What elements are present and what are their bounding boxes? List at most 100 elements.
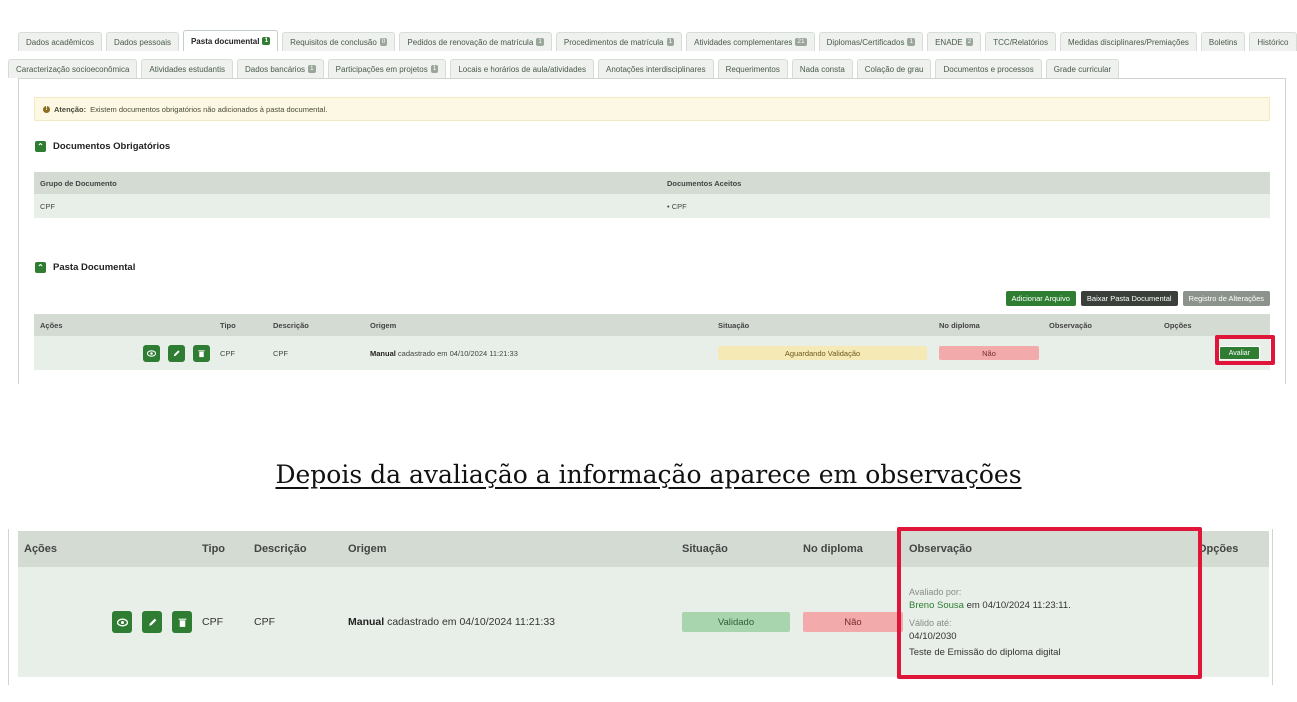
- obs-valid-label: Válido até:: [909, 617, 952, 628]
- tab-participacoes-em-projetos[interactable]: Participações em projetos 1: [327, 59, 447, 78]
- tab-count-badge: 2: [965, 38, 974, 46]
- tabs-row-2: Caracterização socioeconômica Atividades …: [8, 58, 1120, 78]
- col-acoes: Ações: [40, 320, 63, 330]
- tab-dados-bancarios[interactable]: Dados bancários 1: [237, 59, 324, 78]
- tab-count-badge: 1: [308, 65, 316, 73]
- obs-note: Teste de Emissão do diploma digital: [909, 646, 1061, 658]
- tab-colacao-de-grau[interactable]: Colação de grau: [856, 59, 932, 78]
- section-obrigatorios[interactable]: ⌃ Documentos Obrigatórios: [35, 141, 170, 152]
- col-origem: Origem: [348, 543, 387, 555]
- tab-dados-academicos[interactable]: Dados acadêmicos: [18, 32, 103, 51]
- tab-label: Anotações interdisciplinares: [605, 64, 706, 74]
- col-aceitos: Documentos Aceitos: [667, 178, 742, 188]
- col-no-diploma: No diploma: [803, 543, 863, 555]
- tab-label: Boletins: [1208, 37, 1238, 47]
- tab-tcc-relatorios[interactable]: TCC/Relatórios: [985, 32, 1056, 51]
- trash-icon[interactable]: [172, 611, 192, 633]
- pencil-icon[interactable]: [142, 611, 162, 633]
- tab-dados-pessoais[interactable]: Dados pessoais: [106, 32, 179, 51]
- col-observacao: Observação: [909, 543, 972, 555]
- exclamation-icon: !: [43, 105, 50, 113]
- origem-type: Manual: [348, 616, 385, 628]
- trash-icon[interactable]: [193, 344, 210, 362]
- tab-count-badge: 1: [262, 37, 271, 45]
- col-opcoes: Opções: [1198, 543, 1239, 555]
- obs-evaluated-when: em 04/10/2024 11:23:11.: [963, 599, 1071, 611]
- tab-historico[interactable]: Histórico: [1249, 32, 1297, 51]
- cell-observacao: Avaliado por: Breno Sousa em 04/10/2024 …: [903, 587, 1192, 658]
- pasta-toolbar: Adicionar Arquivo Baixar Pasta Documenta…: [1005, 291, 1270, 306]
- col-situacao: Situação: [682, 543, 728, 555]
- tab-diplomas-certificados[interactable]: Diplomas/Certificados 1: [818, 32, 924, 51]
- tab-atividades-complementares[interactable]: Atividades complementares 21: [686, 32, 815, 51]
- cell-situacao: Aguardando Validação: [712, 346, 933, 360]
- tab-grade-curricular[interactable]: Grade curricular: [1045, 59, 1120, 78]
- tab-label: Atividades complementares: [694, 37, 793, 47]
- tab-pedidos-de-renovacao-de-matricula[interactable]: Pedidos de renovação de matrícula 1: [399, 32, 552, 51]
- tab-requisitos-de-conclusao[interactable]: Requisitos de conclusão 0: [282, 32, 396, 51]
- tab-label: Colação de grau: [864, 64, 924, 74]
- col-no-diploma: No diploma: [939, 320, 980, 330]
- pencil-icon[interactable]: [168, 344, 185, 362]
- cell-acoes: [18, 611, 196, 633]
- diploma-badge: Não: [803, 612, 903, 632]
- obs-evaluated-by: Breno Sousa em 04/10/2024 11:23:11.: [909, 600, 1192, 611]
- section-title: Pasta Documental: [53, 262, 136, 273]
- change-log-button[interactable]: Registro de Alterações: [1182, 291, 1270, 306]
- tab-enade[interactable]: ENADE 2: [927, 32, 982, 51]
- tab-count-badge: 1: [536, 38, 544, 46]
- eye-icon[interactable]: [143, 344, 160, 362]
- col-descricao: Descrição: [254, 543, 307, 555]
- tab-requerimentos[interactable]: Requerimentos: [717, 59, 788, 78]
- tab-count-badge: 1: [907, 38, 916, 46]
- cell-grupo: CPF: [40, 201, 55, 211]
- origem-type: Manual: [370, 348, 396, 358]
- cell-opcoes: Avaliar: [1158, 346, 1270, 360]
- section-pasta[interactable]: ⌃ Pasta Documental: [35, 262, 135, 273]
- tab-boletins[interactable]: Boletins: [1200, 32, 1246, 51]
- cell-situacao: Validado: [676, 612, 797, 632]
- evaluator-link[interactable]: Breno Sousa: [909, 600, 964, 611]
- tab-pasta-documental[interactable]: Pasta documental 1: [182, 30, 279, 51]
- tab-documentos-e-processos[interactable]: Documentos e processos: [935, 59, 1042, 78]
- col-acoes: Ações: [24, 543, 58, 555]
- obrigatorios-table: Grupo de Documento Documentos Aceitos CP…: [34, 172, 1270, 218]
- tab-label: Dados acadêmicos: [26, 37, 95, 47]
- tab-label: Locais e horários de aula/atividades: [458, 64, 586, 74]
- chevron-up-icon[interactable]: ⌃: [35, 141, 46, 152]
- status-badge: Aguardando Validação: [718, 346, 927, 360]
- col-origem: Origem: [370, 320, 397, 330]
- tab-label: Requisitos de conclusão: [290, 37, 377, 47]
- caption: Depois da avaliação a informação aparece…: [275, 460, 1022, 489]
- tab-label: Grade curricular: [1053, 64, 1112, 74]
- cell-no-diploma: Não: [797, 612, 903, 632]
- tab-nada-consta[interactable]: Nada consta: [791, 59, 853, 78]
- col-grupo: Grupo de Documento: [40, 178, 117, 188]
- diploma-badge: Não: [939, 346, 1039, 360]
- alert-text: Existem documentos obrigatórios não adic…: [90, 104, 328, 114]
- cell-tipo: CPF: [220, 348, 235, 358]
- chevron-up-icon[interactable]: ⌃: [35, 262, 46, 273]
- avaliar-button[interactable]: Avaliar: [1218, 346, 1260, 360]
- tab-count-badge: 1: [430, 65, 439, 73]
- tab-locais-e-horarios-de-aula-atividades[interactable]: Locais e horários de aula/atividades: [450, 59, 594, 78]
- col-descricao: Descrição: [273, 320, 309, 330]
- tab-caracterizacao-socioeconomica[interactable]: Caracterização socioeconômica: [8, 59, 138, 78]
- eye-icon[interactable]: [112, 611, 132, 633]
- tab-label: Medidas disciplinares/Premiações: [1067, 37, 1189, 47]
- download-folder-button[interactable]: Baixar Pasta Documental: [1080, 291, 1178, 306]
- tab-count-badge: 1: [666, 38, 675, 46]
- tab-atividades-estudantis[interactable]: Atividades estudantis: [141, 59, 233, 78]
- add-file-button[interactable]: Adicionar Arquivo: [1005, 291, 1076, 306]
- status-badge: Validado: [682, 612, 790, 632]
- col-opcoes: Opções: [1164, 320, 1192, 330]
- cell-acoes: [34, 344, 214, 362]
- col-tipo: Tipo: [220, 320, 236, 330]
- col-observacao: Observação: [1049, 320, 1092, 330]
- tab-count-badge: 21: [795, 38, 807, 46]
- tab-medidas-disciplinares-premiacoes[interactable]: Medidas disciplinares/Premiações: [1059, 32, 1197, 51]
- cell-descricao: CPF: [254, 616, 275, 628]
- tab-procedimentos-de-matricula[interactable]: Procedimentos de matrícula 1: [555, 32, 683, 51]
- tab-label: Dados bancários: [245, 64, 306, 74]
- tab-anotacoes-interdisciplinares[interactable]: Anotações interdisciplinares: [597, 59, 714, 78]
